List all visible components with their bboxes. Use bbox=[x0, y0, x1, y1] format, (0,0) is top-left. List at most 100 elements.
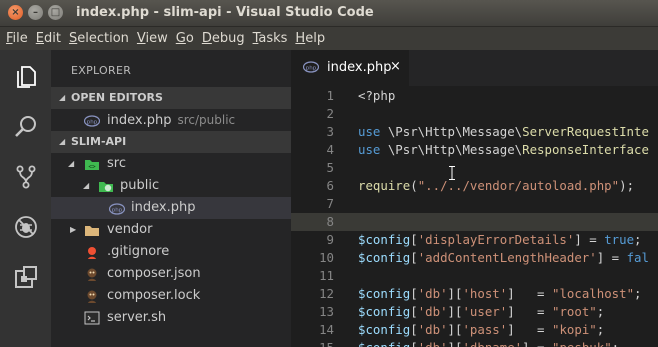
code-line[interactable]: 3 use \Psr\Http\Message\ServerRequestInte bbox=[291, 123, 658, 141]
code-line[interactable]: 12 $config['db']['host'] = "localhost"; bbox=[291, 285, 658, 303]
tree-item-vendor[interactable]: ▶ vendor bbox=[51, 219, 291, 241]
php-file-icon: php bbox=[109, 203, 125, 215]
code-editor[interactable]: 1 <?php 2 3 use \Psr\Http\Message\ServerRequ… bbox=[291, 86, 658, 347]
tree-item-public[interactable]: ◢ public bbox=[51, 175, 291, 197]
open-editors-header[interactable]: ◢ OPEN EDITORS bbox=[51, 87, 291, 109]
menu-debug[interactable]: Debug bbox=[202, 31, 245, 46]
src-folder-icon: <> bbox=[85, 160, 99, 171]
chevron-down-icon: ◢ bbox=[59, 93, 66, 102]
code-line[interactable]: 14 $config['db']['pass'] = "kopi"; bbox=[291, 321, 658, 339]
chevron-down-icon: ◢ bbox=[59, 137, 66, 146]
debug-button[interactable] bbox=[0, 202, 51, 252]
files-icon bbox=[16, 66, 36, 88]
composer-file-icon bbox=[87, 290, 97, 303]
extensions-button[interactable] bbox=[0, 252, 51, 302]
tree-item-index-php[interactable]: php index.php bbox=[51, 197, 291, 219]
menu-bar: File Edit Selection View Go Debug Tasks … bbox=[0, 27, 658, 50]
line-number: 11 bbox=[319, 268, 334, 283]
svg-text:php: php bbox=[306, 66, 317, 72]
source-control-button[interactable] bbox=[0, 152, 51, 202]
code-text: use \Psr\Http\Message\ServerRequestInte bbox=[358, 124, 649, 139]
public-folder-icon bbox=[99, 182, 113, 192]
tree-item-composer-json[interactable]: composer.json bbox=[51, 263, 291, 285]
menu-go[interactable]: Go bbox=[176, 31, 194, 46]
explorer-sidebar: EXPLORER ◢ OPEN EDITORS php index.php src… bbox=[51, 50, 291, 347]
project-label: SLIM-API bbox=[71, 135, 127, 148]
line-number: 1 bbox=[326, 88, 334, 103]
line-number: 6 bbox=[326, 178, 334, 193]
line-number: 15 bbox=[291, 339, 334, 347]
open-editor-filename: index.php bbox=[107, 113, 172, 128]
chevron-down-icon: ◢ bbox=[83, 181, 90, 190]
code-text: $config['db']['dbname'] = "pesbuk"; bbox=[358, 339, 619, 347]
code-line[interactable]: 7 bbox=[291, 195, 658, 213]
window-close-button[interactable]: × bbox=[8, 5, 23, 20]
tree-label: .gitignore bbox=[107, 244, 170, 259]
code-line[interactable]: 11 bbox=[291, 267, 658, 285]
code-text: use \Psr\Http\Message\ResponseInterface bbox=[358, 142, 649, 157]
code-line[interactable]: 15 $config['db']['dbname'] = "pesbuk"; bbox=[291, 339, 658, 347]
code-text: <?php bbox=[358, 88, 396, 103]
activity-bar bbox=[0, 50, 51, 347]
chevron-right-icon: ▶ bbox=[70, 225, 77, 234]
source-control-icon bbox=[16, 165, 35, 189]
tree-label: server.sh bbox=[107, 310, 167, 325]
php-file-icon: php bbox=[303, 61, 319, 73]
line-number: 8 bbox=[326, 214, 334, 229]
code-line[interactable]: 10 $config['addContentLengthHeader'] = fa… bbox=[291, 249, 658, 267]
project-header[interactable]: ◢ SLIM-API bbox=[51, 131, 291, 153]
chevron-down-icon: ◢ bbox=[68, 159, 75, 168]
window-maximize-button[interactable]: □ bbox=[48, 5, 63, 20]
code-line[interactable]: 13 $config['db']['user'] = "root"; bbox=[291, 303, 658, 321]
code-text: $config['displayErrorDetails'] = true; bbox=[358, 232, 642, 247]
editor-tab-bar: php index.php × bbox=[291, 50, 658, 86]
search-icon bbox=[14, 116, 36, 137]
composer-file-icon bbox=[87, 268, 97, 281]
window-titlebar: × – □ index.php - slim-api - Visual Stud… bbox=[0, 0, 658, 27]
tree-item-gitignore[interactable]: .gitignore bbox=[51, 241, 291, 263]
code-line[interactable]: 4 use \Psr\Http\Message\ResponseInterface bbox=[291, 141, 658, 159]
code-line[interactable]: 8 bbox=[291, 213, 658, 231]
code-line[interactable]: 1 <?php bbox=[291, 87, 658, 105]
code-text: $config['addContentLengthHeader'] = fal bbox=[358, 250, 649, 265]
open-editor-item[interactable]: php index.php src/public bbox=[51, 109, 291, 131]
php-file-icon: php bbox=[84, 115, 100, 127]
tree-item-server-sh[interactable]: server.sh bbox=[51, 307, 291, 329]
tree-label: index.php bbox=[131, 200, 196, 215]
tab-index-php[interactable]: php index.php × bbox=[291, 50, 409, 86]
open-editor-path: src/public bbox=[177, 113, 236, 127]
tab-close-icon[interactable]: × bbox=[390, 59, 401, 74]
code-text: $config['db']['user'] = "root"; bbox=[358, 304, 605, 319]
window-title: index.php - slim-api - Visual Studio Cod… bbox=[76, 5, 374, 20]
menu-view[interactable]: View bbox=[137, 31, 168, 46]
folder-icon bbox=[85, 226, 99, 236]
tree-label: vendor bbox=[107, 222, 153, 237]
window-minimize-button[interactable]: – bbox=[28, 5, 43, 20]
line-number: 2 bbox=[326, 106, 334, 121]
explorer-title: EXPLORER bbox=[71, 64, 132, 77]
menu-selection[interactable]: Selection bbox=[69, 31, 129, 46]
menu-help[interactable]: Help bbox=[295, 31, 325, 46]
code-text: $config['db']['pass'] = "kopi"; bbox=[358, 322, 605, 337]
svg-text:php: php bbox=[87, 120, 98, 126]
code-text: $config['db']['host'] = "localhost"; bbox=[358, 286, 642, 301]
code-line[interactable]: 6 require("../../vendor/autoload.php"); bbox=[291, 177, 658, 195]
tree-label: src bbox=[107, 156, 126, 171]
line-number: 3 bbox=[326, 124, 334, 139]
tree-item-src[interactable]: ◢ <> src bbox=[51, 153, 291, 175]
code-text: require("../../vendor/autoload.php"); bbox=[358, 178, 635, 193]
menu-file[interactable]: File bbox=[6, 31, 28, 46]
tree-item-composer-lock[interactable]: composer.lock bbox=[51, 285, 291, 307]
debug-icon bbox=[14, 216, 37, 238]
tree-label: composer.lock bbox=[107, 288, 201, 303]
menu-tasks[interactable]: Tasks bbox=[253, 31, 288, 46]
text-cursor-icon bbox=[449, 166, 455, 180]
code-line[interactable]: 2 bbox=[291, 105, 658, 123]
svg-text:php: php bbox=[112, 208, 123, 214]
open-editors-label: OPEN EDITORS bbox=[71, 91, 163, 104]
menu-edit[interactable]: Edit bbox=[36, 31, 61, 46]
code-line[interactable]: 5 bbox=[291, 159, 658, 177]
search-button[interactable] bbox=[0, 102, 51, 152]
code-line[interactable]: 9 $config['displayErrorDetails'] = true; bbox=[291, 231, 658, 249]
explorer-button[interactable] bbox=[0, 52, 51, 102]
